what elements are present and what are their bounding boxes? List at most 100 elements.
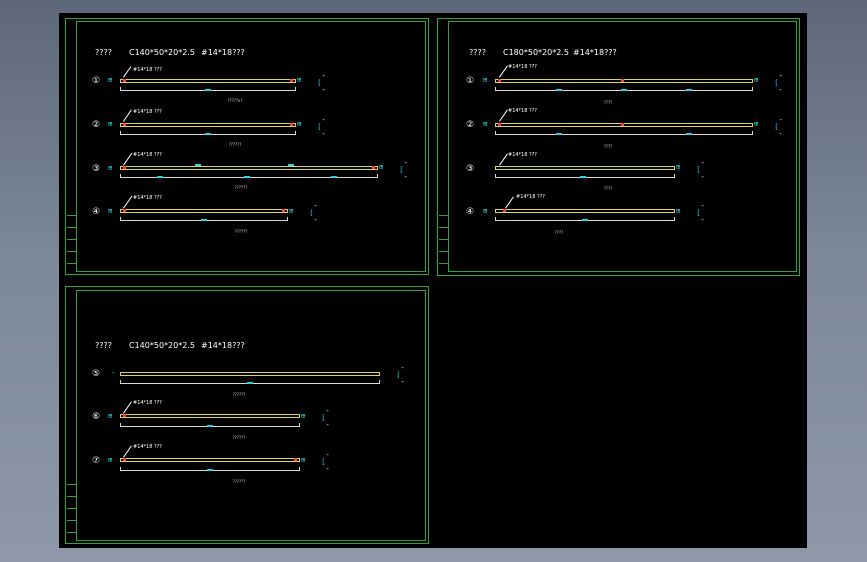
sheet-3-title-label: ???? (95, 341, 112, 350)
right-end-mark: ⊞ (297, 76, 302, 84)
dimension-text (331, 176, 337, 178)
hole-mark (123, 414, 126, 417)
member-bar (495, 79, 753, 83)
member-number: ③ (466, 164, 475, 174)
hole-mark (123, 458, 126, 461)
hole-label: #14*18 ??? (133, 195, 162, 201)
sheet-2-title-holes: #14*18??? (573, 48, 617, 57)
hole-label: #14*18 ??? (133, 400, 162, 406)
hole-label: #14*18 ??? (508, 108, 537, 114)
right-end-mark: ⊞ (676, 163, 681, 171)
dimension-text (207, 425, 213, 427)
dimension-text (157, 176, 163, 178)
member-caption: ?????? (234, 185, 248, 190)
dimension-text (205, 133, 211, 135)
right-end-mark: ⊞ (301, 456, 306, 464)
drawing-canvas[interactable]: ???? C140*50*20*2.5 #14*18??? ① #14*18 ?… (59, 13, 807, 548)
mid-mark (195, 164, 201, 166)
hole-mark (282, 209, 285, 212)
member-number: ⑤ (92, 369, 101, 379)
sheet-3-title-holes: #14*18??? (201, 341, 245, 350)
sheet-2-side-strip (439, 205, 449, 272)
member-bar (120, 79, 296, 83)
left-end-mark: ⊞ (108, 412, 113, 420)
hole-mark (123, 79, 126, 82)
hole-label: #14*18 ??? (133, 109, 162, 115)
member-bar (495, 166, 675, 170)
member-number: ② (92, 120, 101, 130)
left-end-mark: ⊞ (108, 120, 113, 128)
hole-label: #14*18 ??? (516, 194, 545, 200)
right-end-mark: ⊞ (676, 207, 681, 215)
sheet-3-title-spec: C140*50*20*2.5 (129, 341, 195, 350)
sheet-1-title-spec: C140*50*20*2.5 (129, 48, 195, 57)
member-caption: ???? (603, 186, 613, 191)
section-symbol: - [ - (317, 116, 326, 138)
section-symbol: - [ - (321, 451, 330, 473)
hole-label: #14*18 ??? (508, 64, 537, 70)
member-number: ④ (92, 207, 101, 217)
section-symbol: - [ - (317, 72, 326, 94)
member-bar (120, 414, 300, 418)
right-end-mark: ⊞ (754, 76, 759, 84)
hole-mark (290, 123, 293, 126)
hole-mark (498, 123, 501, 126)
dimension-text (580, 176, 586, 178)
dimension-text (201, 219, 207, 221)
hole-mark (621, 123, 624, 126)
hole-mark (621, 79, 624, 82)
hole-mark (123, 166, 126, 169)
left-end-mark: - (111, 369, 116, 377)
hole-label: #14*18 ??? (133, 444, 162, 450)
mid-mark (288, 164, 294, 166)
hole-mark (294, 458, 297, 461)
dimension-line (495, 131, 753, 135)
member-caption: ???? (554, 230, 564, 235)
sheet-2-title-label: ???? (469, 48, 486, 57)
hole-label: #14*18 ??? (133, 152, 162, 158)
hole-mark (290, 79, 293, 82)
left-end-mark: ⊞ (108, 76, 113, 84)
member-caption: ?????x? (227, 98, 243, 103)
right-end-mark: ⊞ (289, 207, 294, 215)
hole-label: #14*18 ??? (508, 152, 537, 158)
member-caption: ?????? (232, 392, 246, 397)
member-caption: ?????? (228, 142, 242, 147)
member-caption: ???? (603, 144, 613, 149)
left-end-mark: ⊞ (108, 164, 113, 172)
member-number: ① (92, 76, 101, 86)
member-number: ① (466, 76, 475, 86)
member-number: ⑥ (92, 412, 101, 422)
sheet-1-side-strip (67, 205, 77, 272)
member-caption: ???? (603, 100, 613, 105)
left-end-mark: ⊞ (108, 456, 113, 464)
right-end-mark: ⊞ (301, 412, 306, 420)
hole-mark (372, 166, 375, 169)
member-bar (120, 166, 378, 170)
right-end-mark: ⊞ (754, 120, 759, 128)
hole-mark (123, 123, 126, 126)
sheet-2-frame (448, 21, 797, 272)
section-symbol: - [ - (696, 202, 705, 224)
left-end-mark: ⊞ (483, 120, 488, 128)
dimension-text (207, 469, 213, 471)
dimension-text (244, 176, 250, 178)
member-caption: ?????? (232, 479, 246, 484)
member-caption: ?????? (232, 435, 246, 440)
sheet-1-frame (76, 21, 426, 272)
right-end-mark: ⊞ (379, 163, 384, 171)
member-caption: ?????? (234, 229, 248, 234)
section-symbol: - [ - (774, 116, 783, 138)
member-bar (495, 123, 753, 127)
left-end-mark: ⊞ (108, 207, 113, 215)
dimension-text (205, 89, 211, 91)
member-bar (120, 372, 380, 376)
member-number: ③ (92, 164, 101, 174)
member-bar (120, 123, 296, 127)
left-end-mark: ⊞ (483, 76, 488, 84)
member-number: ⑦ (92, 456, 101, 466)
hole-label: #14*18 ??? (133, 67, 162, 73)
section-symbol: - [ - (396, 364, 405, 386)
member-number: ② (466, 120, 475, 130)
sheet-1-title-label: ???? (95, 48, 112, 57)
